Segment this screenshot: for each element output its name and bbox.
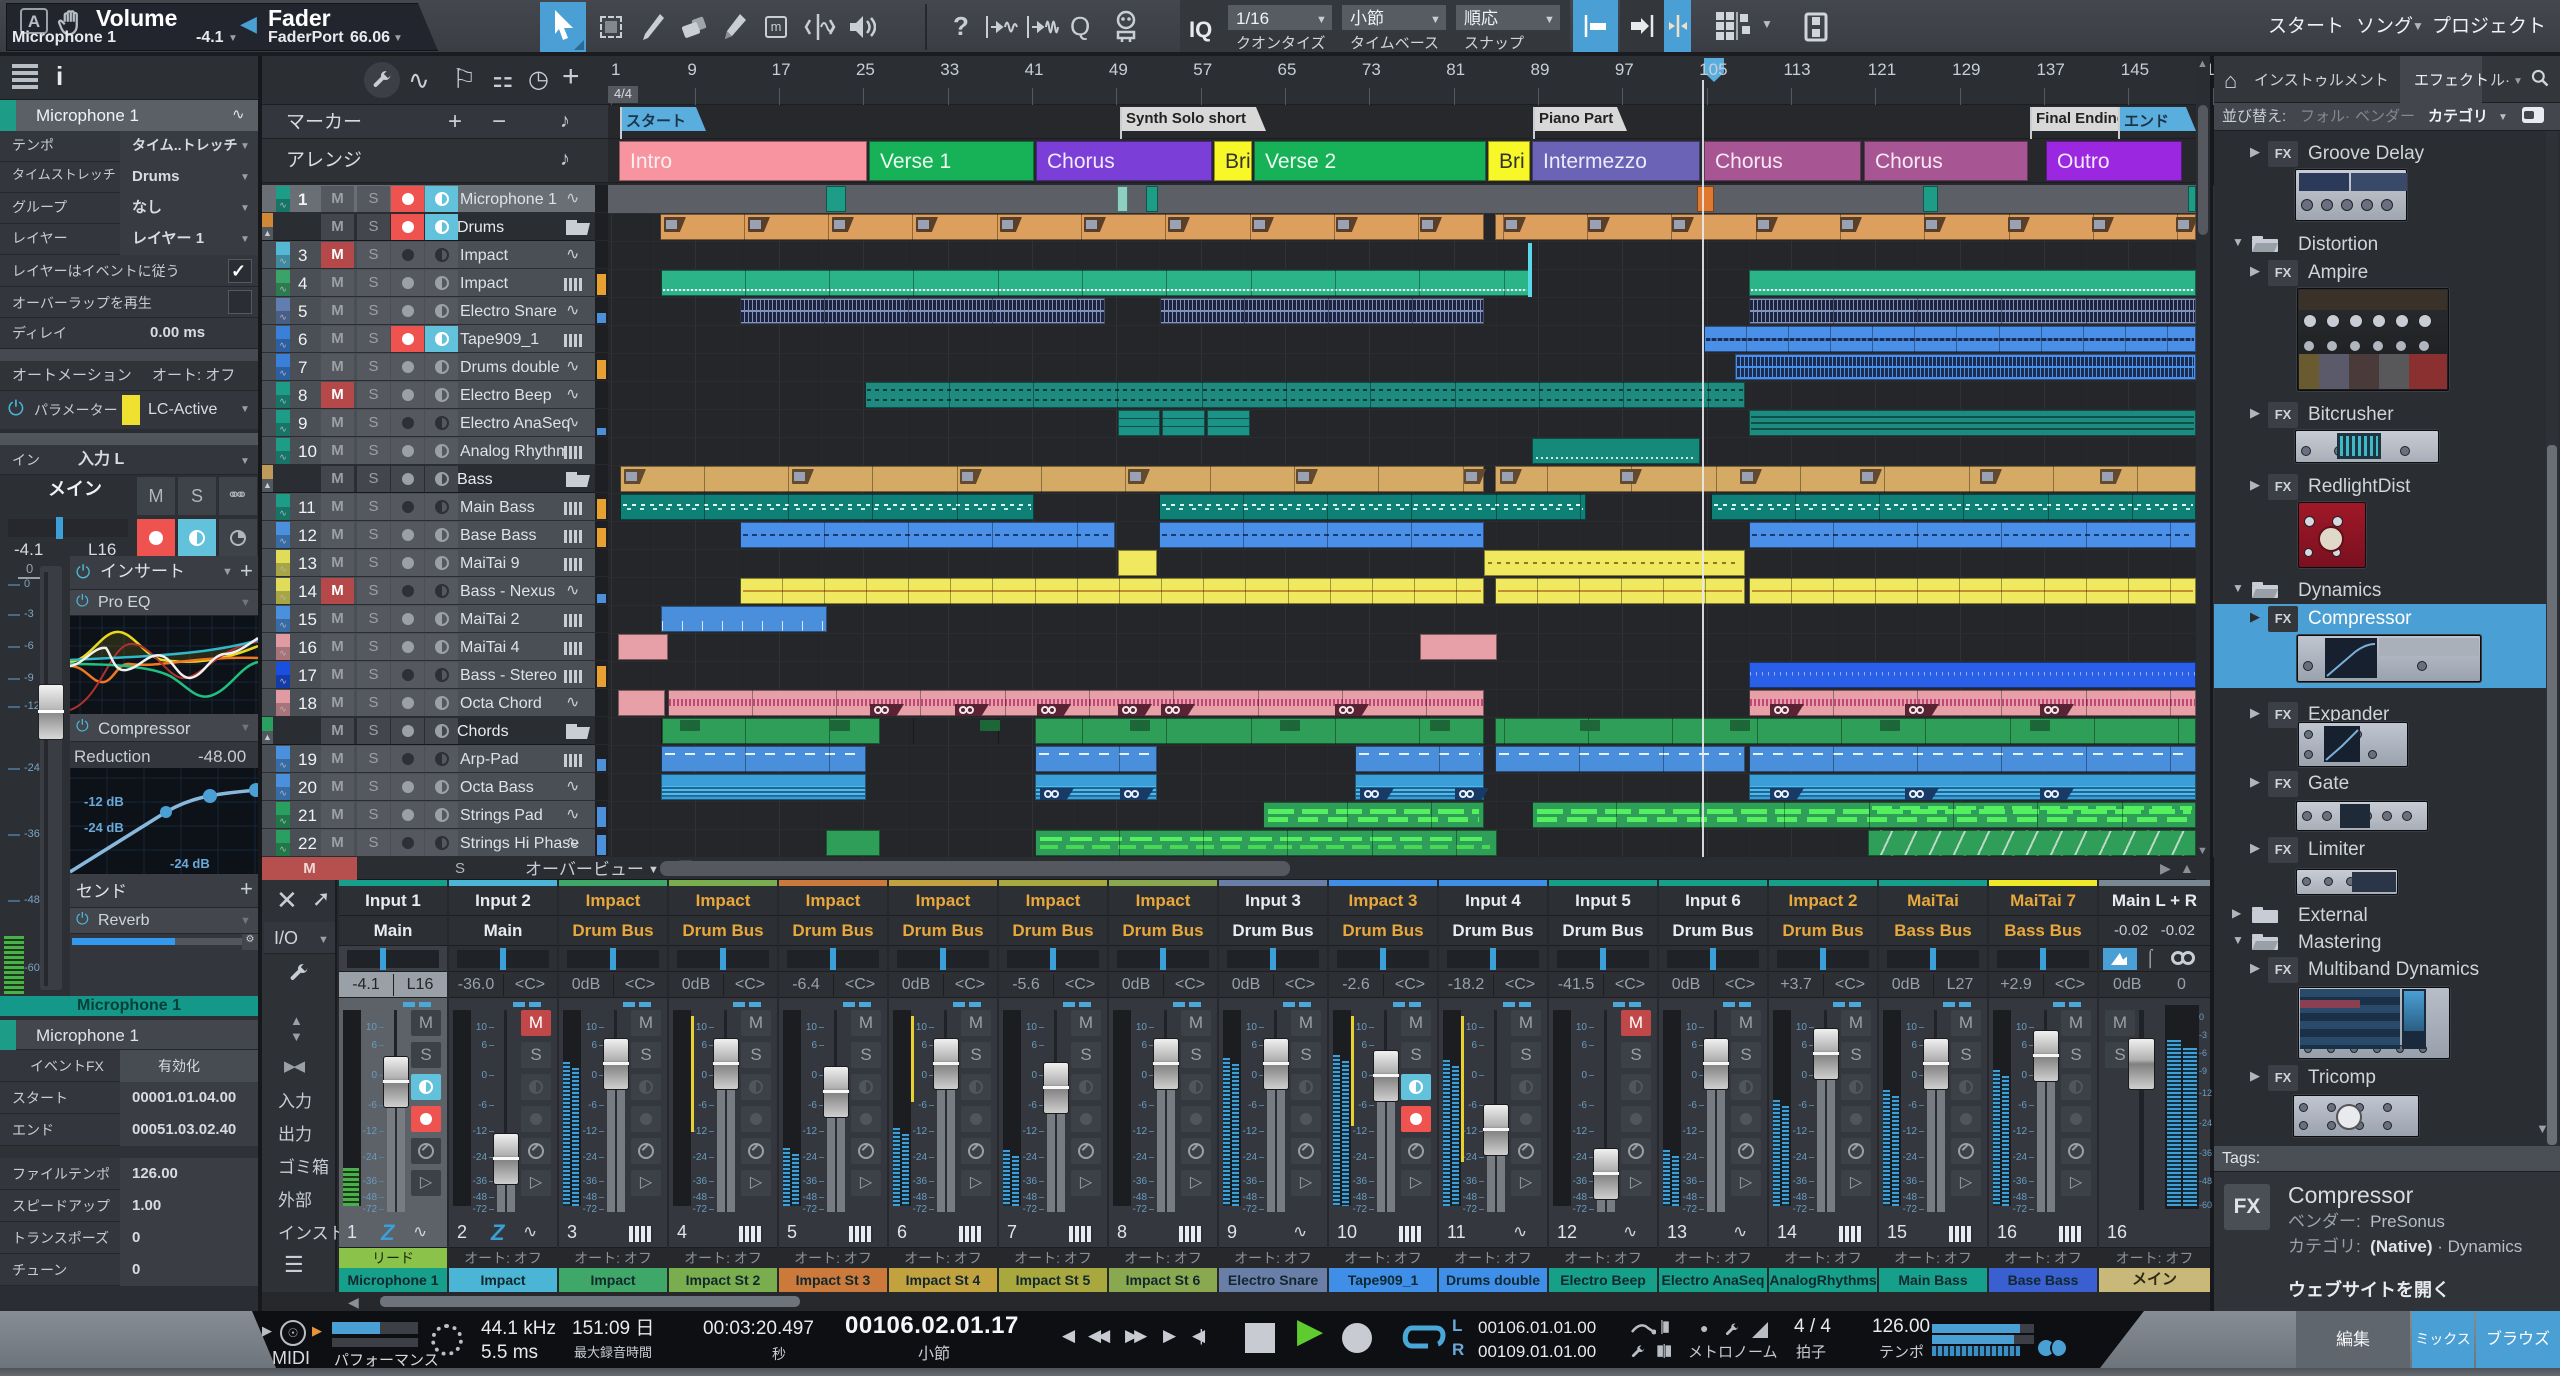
svg-text:-12 dB: -12 dB xyxy=(84,794,124,809)
svg-text:-24 dB: -24 dB xyxy=(84,820,124,835)
svg-text:-24 dB: -24 dB xyxy=(170,856,210,871)
